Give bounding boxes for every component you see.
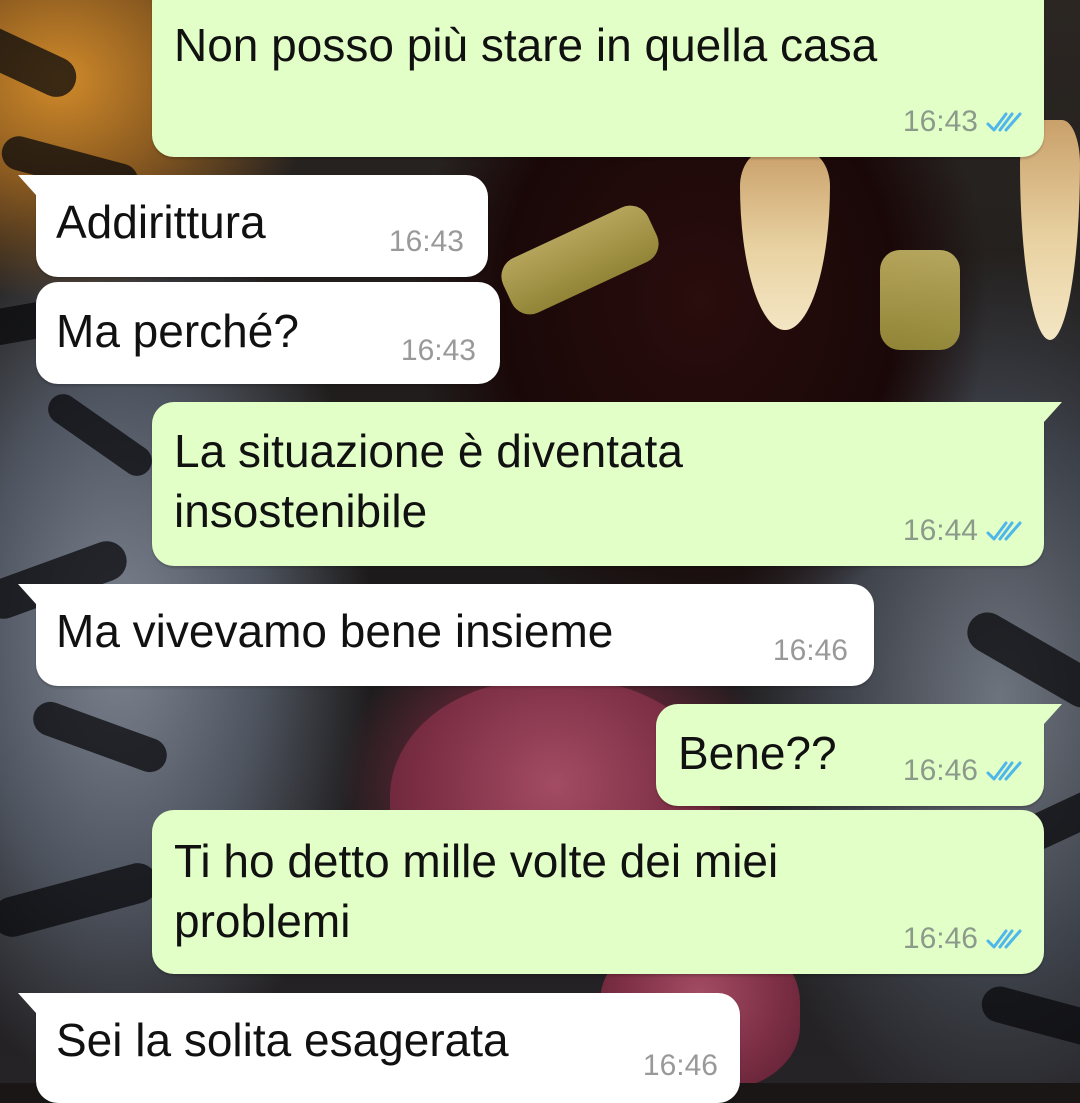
message-text: Non posso più stare in quella casa: [174, 19, 878, 71]
message-time: 16:46: [772, 634, 848, 667]
message-meta: 16:46: [643, 1049, 718, 1083]
message-time: 16:46: [642, 1049, 718, 1082]
message-text: problemi: [174, 895, 351, 947]
message-time: 16:43: [902, 105, 978, 138]
double-check-read-icon: [986, 761, 1022, 781]
message-text: Sei la solita esagerata: [56, 1014, 509, 1066]
message-meta: 16:46: [903, 922, 1024, 956]
outgoing-message[interactable]: Non posso più stare in quella casa 16:43: [152, 0, 1044, 157]
outgoing-message[interactable]: Bene?? 16:46: [656, 704, 1062, 806]
double-check-read-icon: [986, 112, 1022, 132]
message-time: 16:44: [902, 514, 978, 547]
chat-message-list[interactable]: Non posso più stare in quella casa 16:43…: [0, 0, 1080, 1103]
message-text: La situazione è diventata: [174, 425, 683, 477]
message-meta: 16:43: [401, 334, 476, 368]
incoming-message[interactable]: Sei la solita esagerata 16:46: [18, 993, 740, 1103]
message-meta: 16:46: [903, 754, 1024, 788]
message-time: 16:46: [902, 922, 978, 955]
incoming-message[interactable]: Ma perché? 16:43: [36, 282, 500, 384]
message-meta: 16:44: [903, 514, 1024, 548]
message-text: Bene??: [678, 727, 837, 779]
incoming-message[interactable]: Addirittura 16:43: [18, 175, 488, 277]
message-meta: 16:46: [773, 634, 848, 668]
message-meta: 16:43: [903, 105, 1024, 139]
message-text: Ma vivevamo bene insieme: [56, 605, 614, 657]
message-text: Addirittura: [56, 196, 266, 248]
double-check-read-icon: [986, 929, 1022, 949]
message-meta: 16:43: [389, 225, 464, 259]
outgoing-message[interactable]: Ti ho detto mille volte dei miei problem…: [152, 810, 1044, 974]
message-time: 16:46: [902, 754, 978, 787]
double-check-read-icon: [986, 521, 1022, 541]
message-time: 16:43: [400, 334, 476, 367]
message-text: Ti ho detto mille volte dei miei: [174, 835, 779, 887]
message-time: 16:43: [388, 225, 464, 258]
message-text: insostenibile: [174, 485, 428, 537]
incoming-message[interactable]: Ma vivevamo bene insieme 16:46: [18, 584, 874, 686]
outgoing-message[interactable]: La situazione è diventata insostenibile …: [152, 402, 1062, 566]
message-text: Ma perché?: [56, 305, 299, 357]
